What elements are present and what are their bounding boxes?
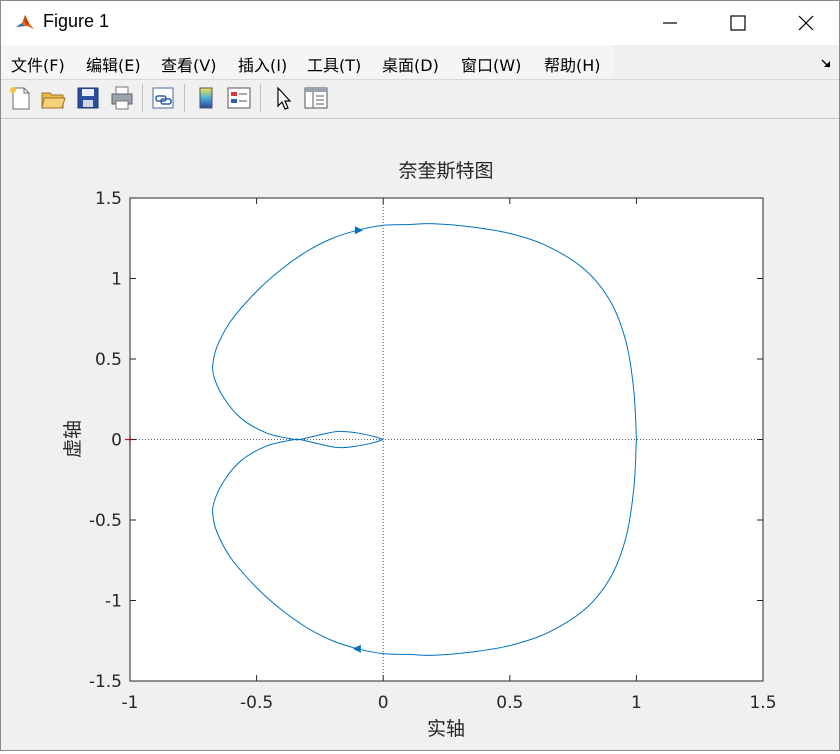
close-icon (798, 15, 814, 31)
nyquist-plot[interactable]: -1 -0.5 0 0.5 1 1.5-1.5-1-0.500.511.5 奈奎斯特图 实… (1, 119, 839, 750)
x-tick-label: 0 (378, 693, 389, 713)
legend-icon[interactable] (225, 84, 253, 112)
window-title: Figure 1 (43, 11, 110, 31)
y-tick-label: 0.5 (95, 350, 122, 370)
y-tick-label: -1 (105, 592, 122, 612)
y-tick-label: 1 (111, 270, 122, 290)
menu-help[interactable]: 帮助(H) (544, 52, 601, 76)
chart-title: 奈奎斯特图 (398, 160, 493, 182)
title-bar[interactable]: Figure 1 (1, 1, 839, 45)
minimize-icon (663, 22, 677, 24)
x-axis-label: 实轴 (427, 718, 465, 740)
toolbar-separator (184, 84, 185, 112)
x-tick-label: -1 (122, 693, 139, 713)
menu-file[interactable]: 文件(F) (11, 52, 65, 76)
y-tick-label: -1.5 (89, 672, 122, 692)
menu-insert[interactable]: 插入(I) (238, 52, 287, 76)
maximize-button[interactable] (703, 1, 773, 45)
maximize-icon (730, 15, 746, 31)
minimize-button[interactable] (635, 1, 705, 45)
menu-tools[interactable]: 工具(T) (307, 52, 361, 76)
print-icon[interactable] (108, 84, 136, 112)
menu-edit[interactable]: 编辑(E) (86, 52, 141, 76)
menu-bar: 文件(F) 编辑(E) 查看(V) 插入(I) 工具(T) 桌面(D) 窗口(W… (1, 45, 839, 79)
link-plot-icon[interactable] (149, 84, 177, 112)
figure-toolbar (1, 80, 839, 119)
y-tick-label: 1.5 (95, 189, 122, 209)
x-tick-label: 1.5 (749, 693, 776, 713)
dock-arrow-icon[interactable] (819, 56, 833, 70)
property-inspector-icon[interactable] (302, 84, 330, 112)
colorbar-icon[interactable] (192, 84, 220, 112)
matlab-icon (14, 12, 36, 34)
toolbar-separator (260, 84, 261, 112)
menu-view[interactable]: 查看(V) (161, 52, 216, 76)
x-tick-label: -0.5 (240, 693, 273, 713)
menu-window[interactable]: 窗口(W) (461, 52, 521, 76)
figure-canvas: -1 -0.5 0 0.5 1 1.5 -1.5 -1 -0.5 0 0.5 1 1.5 奈奎斯特图 实… (1, 119, 839, 750)
y-tick-label: 0 (111, 431, 122, 451)
axes-background (130, 198, 763, 681)
open-file-icon[interactable] (39, 84, 67, 112)
menu-desktop[interactable]: 桌面(D) (382, 52, 439, 76)
edit-plot-icon[interactable] (269, 84, 297, 112)
y-tick-label: -0.5 (89, 511, 122, 531)
y-axis-label: 虚轴 (62, 420, 84, 458)
x-tick-label: 1 (631, 693, 642, 713)
figure-window: Figure 1 文件(F) 编辑(E) 查看(V) 插入(I) 工具(T) 桌… (0, 0, 840, 751)
toolbar-separator (142, 84, 143, 112)
save-icon[interactable] (74, 84, 102, 112)
x-tick-label: 0.5 (496, 693, 523, 713)
new-figure-icon[interactable] (6, 84, 34, 112)
close-button[interactable] (771, 1, 840, 45)
menu-strip: 文件(F) 编辑(E) 查看(V) 插入(I) 工具(T) 桌面(D) 窗口(W… (1, 45, 613, 79)
